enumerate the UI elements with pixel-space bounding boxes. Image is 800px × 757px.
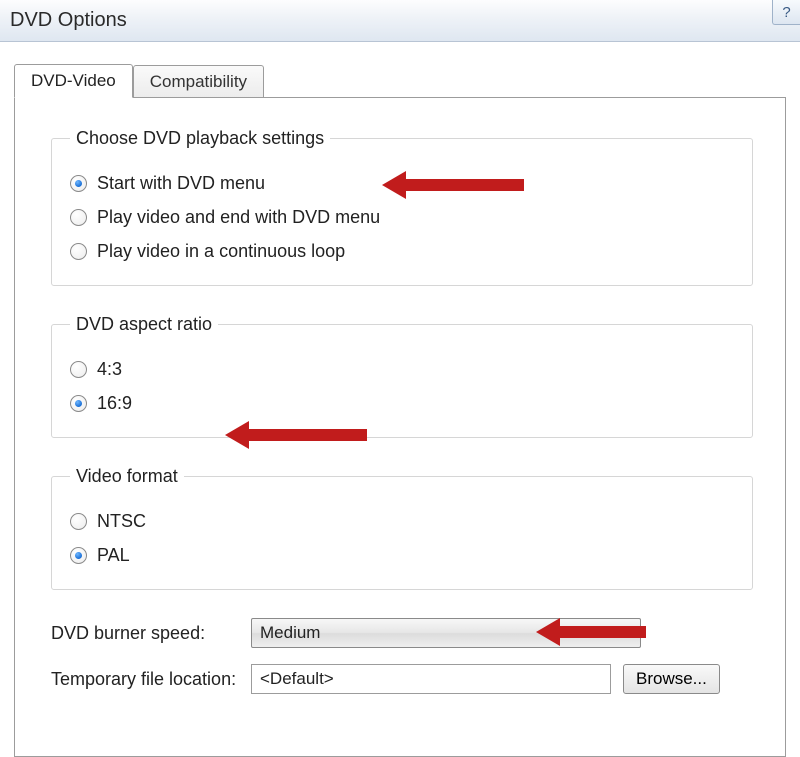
row-burner-speed: DVD burner speed: Medium [51,618,753,648]
help-icon: ? [782,4,790,21]
radio-icon [70,547,87,564]
burner-speed-dropdown[interactable]: Medium [251,618,641,648]
tab-dvd-video[interactable]: DVD-Video [14,64,133,98]
client-area: DVD-Video Compatibility Choose DVD playb… [0,42,800,757]
group-legend: DVD aspect ratio [70,314,218,335]
group-format: Video format NTSC PAL [51,466,753,590]
radio-label: 4:3 [97,359,122,380]
field-value: <Default> [260,669,334,689]
radio-icon [70,513,87,530]
radio-label: PAL [97,545,130,566]
button-label: Browse... [636,669,707,689]
tab-label: DVD-Video [31,71,116,90]
radio-icon [70,209,87,226]
tab-panel: Choose DVD playback settings Start with … [14,97,786,757]
annotation-arrow-icon [382,171,524,199]
radio-row-16-9[interactable]: 16:9 [70,389,734,417]
tab-label: Compatibility [150,72,247,91]
group-playback: Choose DVD playback settings Start with … [51,128,753,286]
radio-label: Play video in a continuous loop [97,241,345,262]
annotation-arrow-icon [536,618,646,646]
radio-row-4-3[interactable]: 4:3 [70,355,734,383]
temp-location-field[interactable]: <Default> [251,664,611,694]
radio-row-ntsc[interactable]: NTSC [70,507,734,535]
browse-button[interactable]: Browse... [623,664,720,694]
group-legend: Video format [70,466,184,487]
radio-label: Play video and end with DVD menu [97,207,380,228]
radio-icon [70,361,87,378]
radio-row-loop[interactable]: Play video in a continuous loop [70,237,734,265]
radio-icon [70,395,87,412]
group-aspect: DVD aspect ratio 4:3 16:9 [51,314,753,438]
window-title: DVD Options [10,9,127,32]
tab-compatibility[interactable]: Compatibility [133,65,264,98]
titlebar: DVD Options ? [0,0,800,42]
radio-label: NTSC [97,511,146,532]
radio-label: Start with DVD menu [97,173,265,194]
annotation-arrow-icon [225,421,367,449]
help-button[interactable]: ? [772,0,800,25]
radio-label: 16:9 [97,393,132,414]
temp-location-label: Temporary file location: [51,669,251,690]
row-temp-location: Temporary file location: <Default> Brows… [51,664,753,694]
dropdown-value: Medium [260,623,320,643]
tabstrip: DVD-Video Compatibility [14,64,786,98]
radio-icon [70,243,87,260]
group-legend: Choose DVD playback settings [70,128,330,149]
radio-row-start-menu[interactable]: Start with DVD menu [70,169,734,197]
radio-row-pal[interactable]: PAL [70,541,734,569]
radio-icon [70,175,87,192]
burner-speed-label: DVD burner speed: [51,623,251,644]
radio-row-play-end-menu[interactable]: Play video and end with DVD menu [70,203,734,231]
